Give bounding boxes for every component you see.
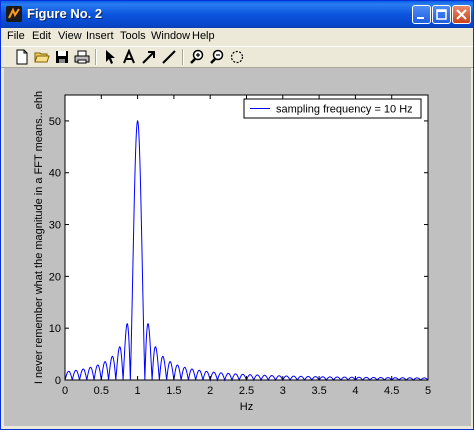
maximize-button[interactable] (432, 5, 451, 24)
matlab-app-icon (6, 6, 22, 22)
y-tick-label: 50 (49, 116, 61, 128)
open-folder-icon[interactable] (33, 48, 51, 66)
y-tick-label: 0 (55, 375, 61, 387)
minimize-button[interactable] (412, 5, 431, 24)
zoom-in-icon[interactable] (188, 48, 206, 66)
toolbar-separator (182, 49, 184, 65)
title-bar[interactable]: Figure No. 2 (1, 1, 473, 28)
x-tick-label: 4 (352, 385, 358, 397)
menu-file[interactable]: File (7, 30, 25, 42)
select-arrow-icon[interactable] (101, 48, 119, 66)
menu-window[interactable]: Window (151, 30, 190, 42)
rotate-icon[interactable] (228, 48, 246, 66)
x-tick-label: 0.5 (94, 385, 109, 397)
y-tick-label: 10 (49, 323, 61, 335)
x-tick-label: 3 (280, 385, 286, 397)
figure-canvas: 0 0.5 1 1.5 2 2.5 3 3.5 4 4.5 5 0 10 20 30 40 50 Hz I neve… (4, 68, 471, 426)
toolbar (1, 46, 473, 68)
new-file-icon[interactable] (13, 48, 31, 66)
print-icon[interactable] (73, 48, 91, 66)
arrow-icon[interactable] (140, 48, 158, 66)
fft-plot[interactable]: 0 0.5 1 1.5 2 2.5 3 3.5 4 4.5 501020304050HzI neve… (4, 68, 471, 426)
axes-background (65, 95, 428, 380)
y-tick-label: 30 (49, 220, 61, 232)
save-icon[interactable] (53, 48, 71, 66)
menu-tools[interactable]: Tools (120, 30, 146, 42)
menu-insert[interactable]: Insert (86, 30, 114, 42)
toolbar-separator (95, 49, 97, 65)
menu-bar: File Edit View Insert Tools Window Help (1, 28, 473, 46)
y-tick-label: 40 (49, 168, 61, 180)
x-tick-label: 3.5 (311, 385, 326, 397)
legend-label: sampling frequency = 10 Hz (276, 104, 413, 116)
zoom-out-icon[interactable] (208, 48, 226, 66)
line-icon[interactable] (160, 48, 178, 66)
x-axis-label: Hz (240, 401, 253, 413)
figure-window: Figure No. 2 File Edit View Insert Tools… (0, 0, 474, 430)
menu-edit[interactable]: Edit (32, 30, 51, 42)
x-tick-label: 0 (62, 385, 68, 397)
x-tick-label: 1 (135, 385, 141, 397)
y-tick-label: 20 (49, 271, 61, 283)
x-tick-label: 1.5 (166, 385, 181, 397)
y-axis-label: I never remember what the magnitude in a… (33, 91, 45, 384)
menu-help[interactable]: Help (192, 30, 215, 42)
close-button[interactable] (452, 5, 471, 24)
x-tick-label: 2.5 (239, 385, 254, 397)
x-tick-label: 5 (425, 385, 431, 397)
menu-view[interactable]: View (58, 30, 82, 42)
window-title: Figure No. 2 (27, 6, 103, 21)
text-icon[interactable] (120, 48, 138, 66)
x-tick-label: 4.5 (384, 385, 399, 397)
x-tick-label: 2 (207, 385, 213, 397)
